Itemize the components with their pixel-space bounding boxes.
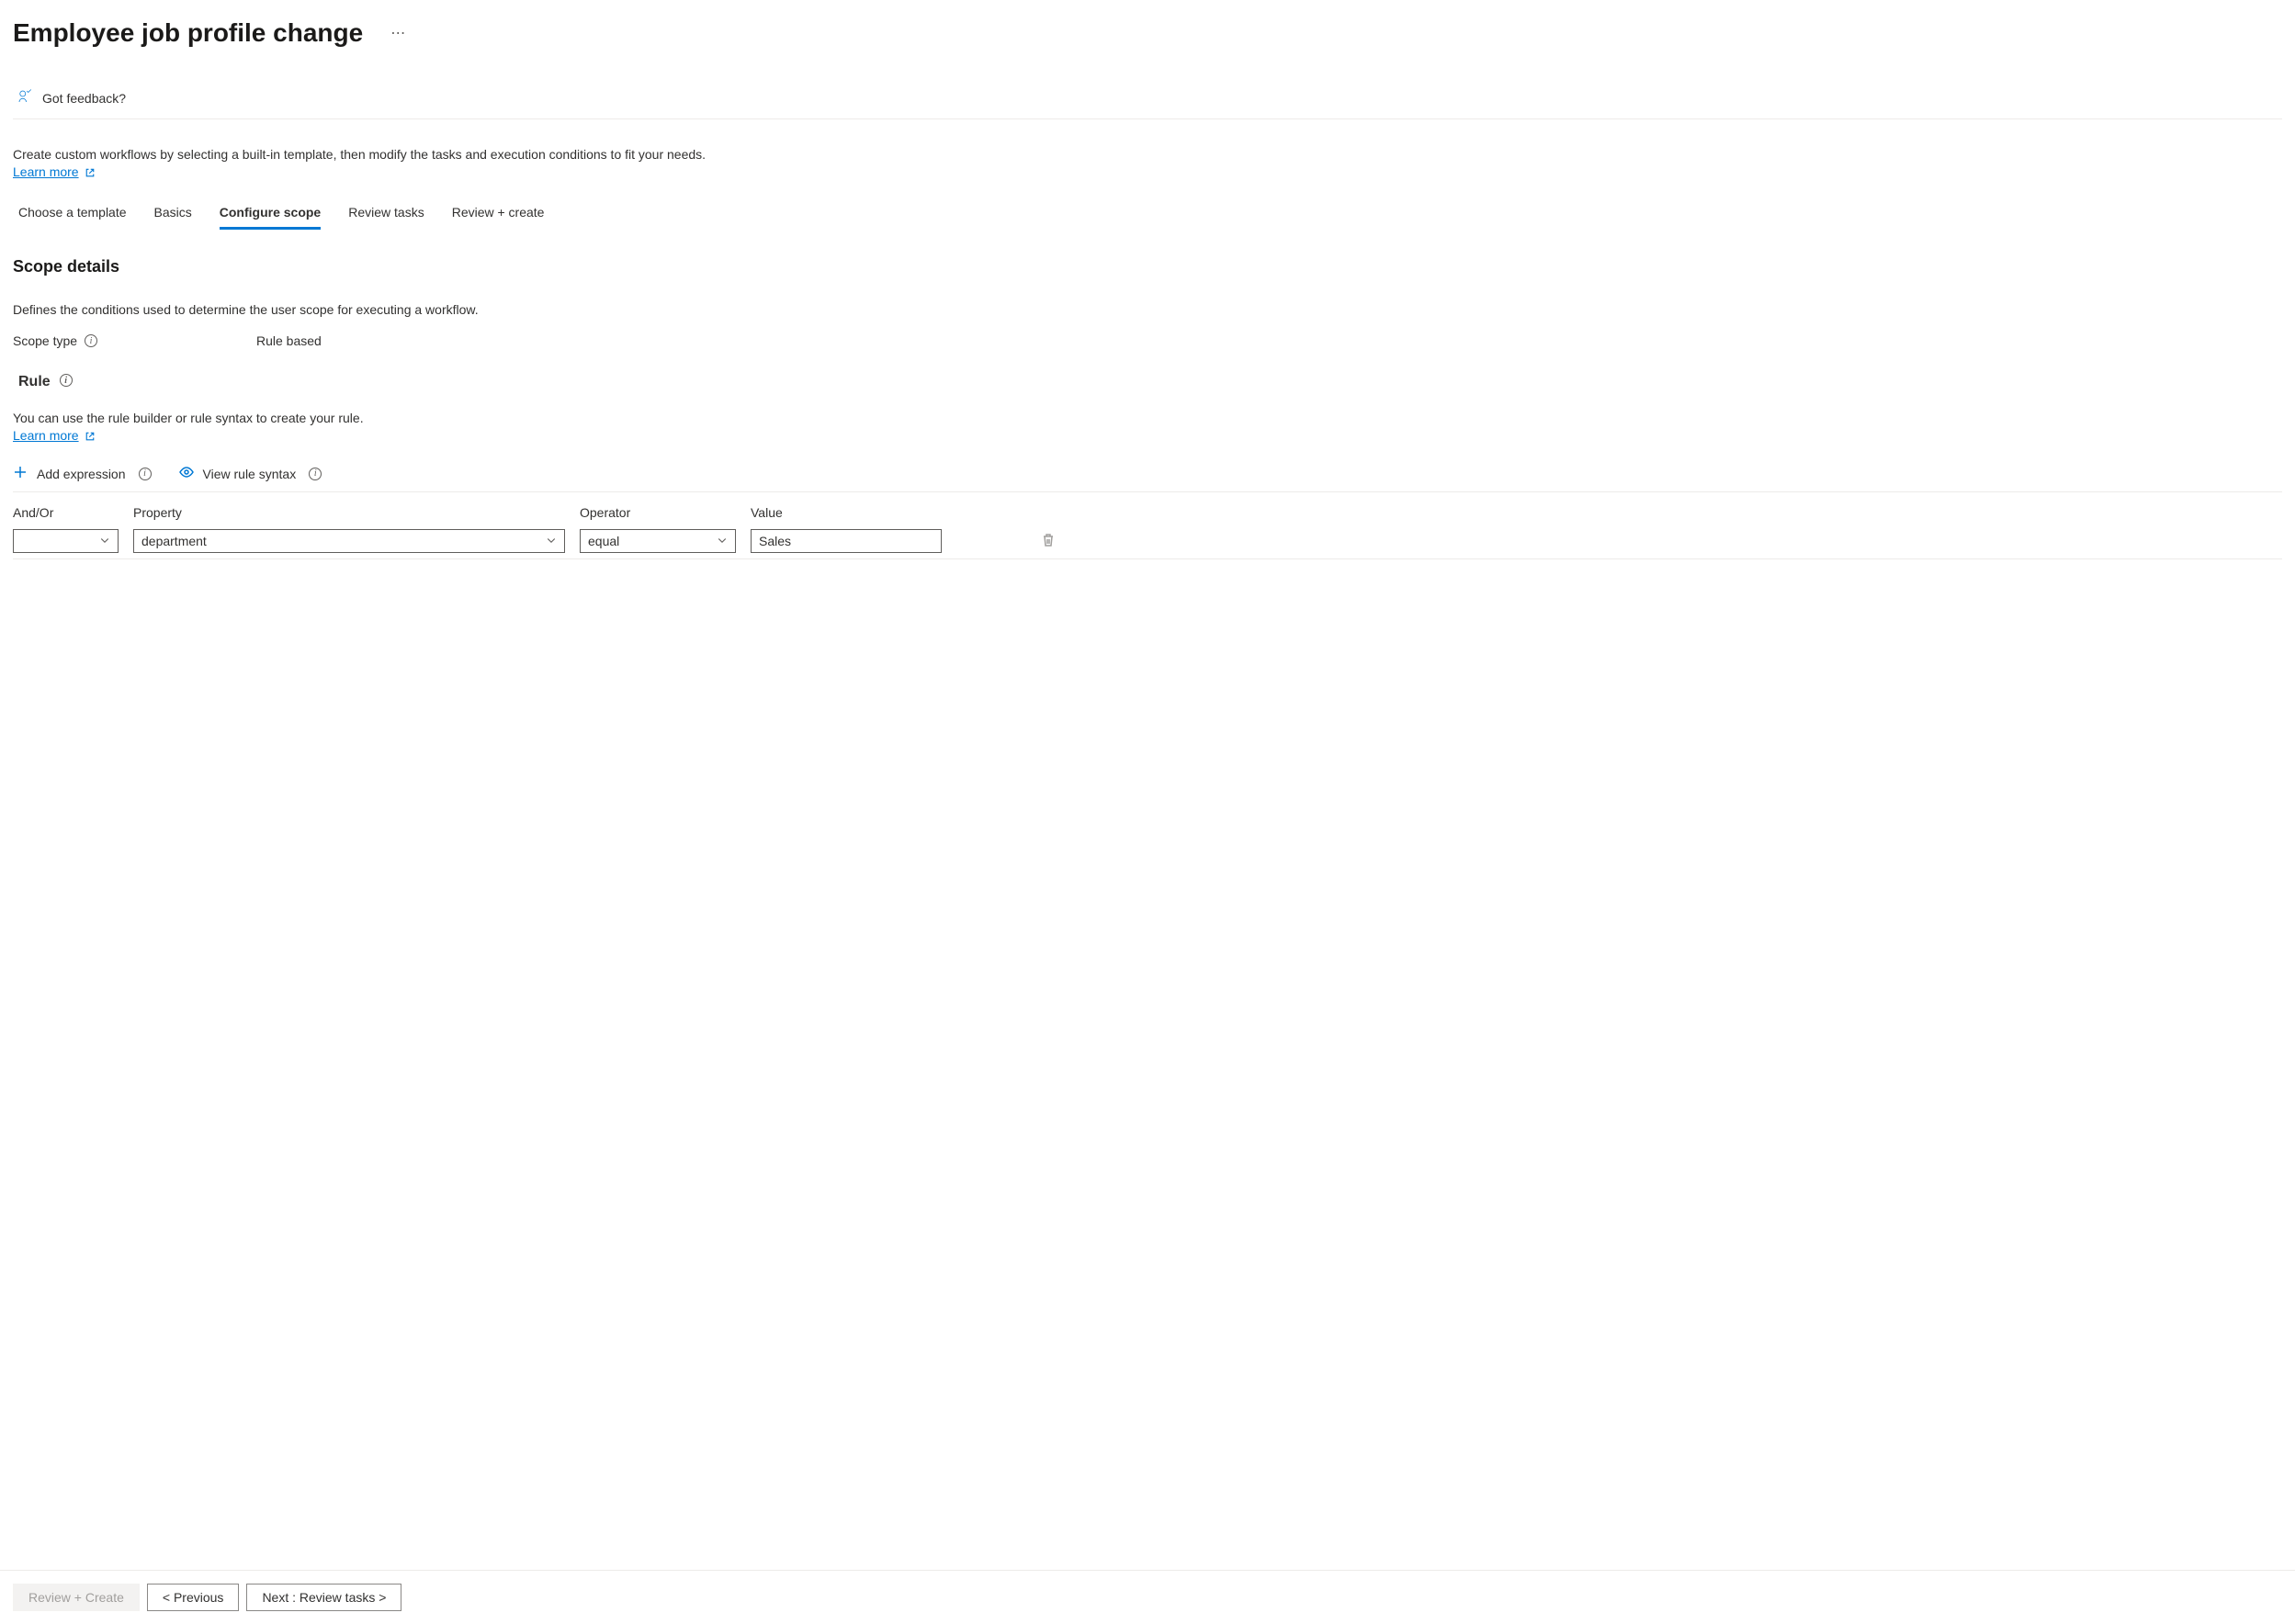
property-value: department [141, 534, 207, 548]
chevron-down-icon [717, 534, 728, 548]
scope-type-label: Scope type i [13, 333, 256, 348]
previous-button[interactable]: < Previous [147, 1584, 240, 1611]
tab-review-create[interactable]: Review + create [452, 205, 545, 230]
property-select[interactable]: department [133, 529, 565, 553]
eye-icon [179, 465, 194, 482]
trash-icon[interactable] [1041, 533, 1056, 550]
review-create-button: Review + Create [13, 1584, 140, 1611]
feedback-link[interactable]: Got feedback? [13, 85, 2282, 119]
scope-type-label-text: Scope type [13, 333, 77, 348]
tab-review-tasks[interactable]: Review tasks [348, 205, 424, 230]
rule-heading-text: Rule [18, 374, 51, 390]
info-icon[interactable]: i [60, 374, 73, 387]
tab-basics[interactable]: Basics [154, 205, 192, 230]
rule-learn-more-label: Learn more [13, 428, 79, 443]
info-icon[interactable]: i [309, 468, 322, 480]
value-text: Sales [759, 534, 791, 548]
plus-icon [13, 465, 28, 482]
andor-select[interactable] [13, 529, 119, 553]
column-operator: Operator [580, 505, 736, 520]
feedback-label: Got feedback? [42, 91, 126, 106]
learn-more-link[interactable]: Learn more [13, 164, 96, 179]
chevron-down-icon [546, 534, 557, 548]
add-expression-label: Add expression [37, 467, 126, 481]
rule-description: You can use the rule builder or rule syn… [13, 411, 2282, 425]
learn-more-label: Learn more [13, 164, 79, 179]
external-link-icon [85, 166, 96, 177]
value-input[interactable]: Sales [751, 529, 942, 553]
scope-details-description: Defines the conditions used to determine… [13, 302, 2282, 317]
chevron-down-icon [99, 534, 110, 548]
view-rule-syntax-button[interactable]: View rule syntax i [179, 465, 322, 482]
operator-value: equal [588, 534, 619, 548]
page-description: Create custom workflows by selecting a b… [13, 147, 2282, 162]
tab-choose-template[interactable]: Choose a template [18, 205, 127, 230]
rule-table-header: And/Or Property Operator Value [13, 505, 2282, 520]
info-icon[interactable]: i [139, 468, 152, 480]
rule-heading: Rule i [18, 374, 73, 390]
rule-row: department equal Sales [13, 529, 2282, 559]
view-rule-syntax-label: View rule syntax [203, 467, 297, 481]
footer: Review + Create < Previous Next : Review… [0, 1570, 2295, 1624]
scope-type-value: Rule based [256, 333, 322, 348]
column-property: Property [133, 505, 565, 520]
tab-configure-scope[interactable]: Configure scope [220, 205, 321, 230]
page-title: Employee job profile change [13, 18, 363, 48]
feedback-icon [17, 88, 33, 107]
next-button[interactable]: Next : Review tasks > [246, 1584, 401, 1611]
tabs: Choose a template Basics Configure scope… [13, 205, 2282, 230]
scope-details-title: Scope details [13, 257, 2282, 276]
info-icon[interactable]: i [85, 334, 97, 347]
column-andor: And/Or [13, 505, 119, 520]
add-expression-button[interactable]: Add expression i [13, 465, 152, 482]
operator-select[interactable]: equal [580, 529, 736, 553]
rule-learn-more-link[interactable]: Learn more [13, 428, 96, 443]
column-value: Value [751, 505, 942, 520]
more-icon[interactable]: ⋯ [390, 24, 407, 42]
external-link-icon [85, 430, 96, 441]
